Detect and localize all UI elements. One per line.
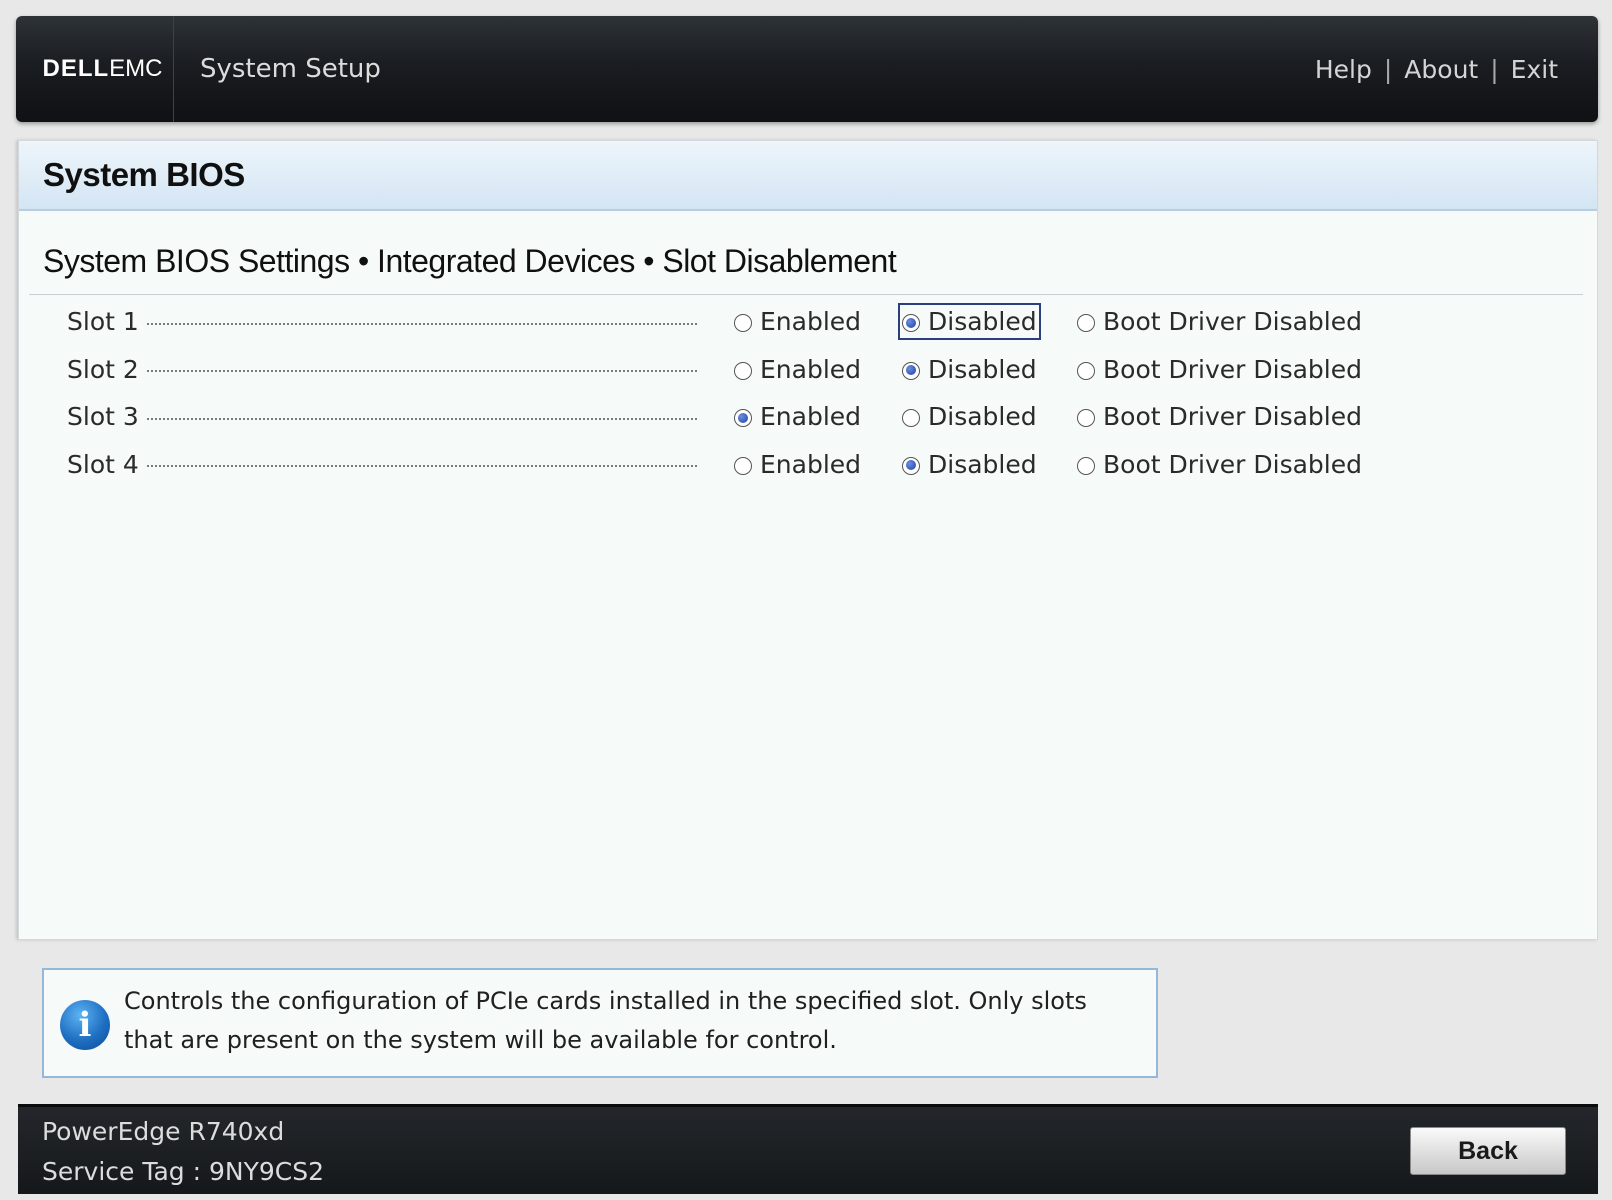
radio-option-disabled[interactable]: Disabled	[898, 303, 1041, 340]
panel-title: System BIOS	[43, 156, 245, 193]
main-panel: System BIOS System BIOS Settings • Integ…	[18, 140, 1598, 940]
dotted-leader	[146, 417, 697, 420]
app-title: System Setup	[200, 54, 381, 84]
radio-unselected-icon[interactable]	[734, 361, 752, 380]
slot-label-text: Slot 1	[67, 307, 139, 336]
radio-option-boot-driver-disabled[interactable]: Boot Driver Disabled	[1073, 398, 1366, 435]
radio-option-disabled[interactable]: Disabled	[898, 398, 1041, 435]
service-tag: Service Tag : 9NY9CS2	[42, 1157, 324, 1186]
radio-option-label: Boot Driver Disabled	[1103, 354, 1362, 384]
slot-label: Slot 2	[67, 355, 697, 384]
radio-option-label: Boot Driver Disabled	[1103, 402, 1362, 431]
dell-emc-logo: DELL EMC	[32, 16, 174, 122]
help-text: Controls the configuration of PCIe cards…	[124, 987, 1087, 1054]
info-icon: i	[60, 1000, 110, 1050]
dotted-leader	[146, 322, 697, 325]
radio-option-enabled[interactable]: Enabled	[730, 446, 865, 483]
top-links: Help | About | Exit	[1315, 16, 1558, 122]
radio-option-boot-driver-disabled[interactable]: Boot Driver Disabled	[1073, 303, 1366, 340]
slot-label-text: Slot 4	[67, 449, 139, 479]
system-model: PowerEdge R740xd	[42, 1117, 285, 1146]
radio-option-label: Disabled	[928, 307, 1037, 336]
slot-label: Slot 1	[67, 307, 697, 336]
about-link[interactable]: About	[1404, 55, 1478, 84]
slot-row: Slot 3 Enabled Disabled Boot Driver Disable…	[19, 396, 1597, 444]
slot-label: Slot 3	[67, 402, 697, 431]
radio-unselected-icon[interactable]	[1077, 314, 1095, 332]
radio-selected-icon[interactable]	[902, 314, 920, 332]
radio-option-enabled[interactable]: Enabled	[730, 351, 865, 388]
slot-row: Slot 4 Enabled Disabled Boot Driver Disable…	[19, 444, 1597, 492]
slot-label: Slot 4	[67, 450, 697, 479]
footer-bar: PowerEdge R740xd Service Tag : 9NY9CS2 B…	[18, 1104, 1598, 1194]
radio-option-label: Disabled	[928, 402, 1037, 431]
radio-option-enabled[interactable]: Enabled	[730, 303, 865, 340]
radio-unselected-icon[interactable]	[1077, 361, 1095, 380]
radio-selected-icon[interactable]	[734, 409, 752, 427]
logo-dell-text: DELL	[42, 55, 110, 82]
link-separator: |	[1490, 54, 1499, 84]
radio-selected-icon[interactable]	[902, 456, 920, 475]
radio-option-label: Boot Driver Disabled	[1103, 449, 1362, 479]
radio-option-label: Enabled	[760, 354, 862, 384]
radio-option-label: Enabled	[760, 402, 862, 431]
radio-option-label: Boot Driver Disabled	[1103, 307, 1362, 336]
radio-unselected-icon[interactable]	[1077, 409, 1095, 427]
divider	[29, 294, 1583, 295]
radio-option-boot-driver-disabled[interactable]: Boot Driver Disabled	[1073, 351, 1366, 388]
logo-emc-text: EMC	[109, 55, 163, 82]
radio-option-label: Enabled	[760, 307, 862, 336]
exit-link[interactable]: Exit	[1511, 55, 1558, 84]
radio-unselected-icon[interactable]	[734, 456, 752, 475]
header-bar: DELL EMC System Setup Help | About | Exit	[16, 16, 1598, 122]
radio-unselected-icon[interactable]	[902, 409, 920, 427]
help-box: i Controls the configuration of PCIe car…	[42, 968, 1158, 1078]
radio-option-boot-driver-disabled[interactable]: Boot Driver Disabled	[1073, 446, 1366, 483]
dotted-leader	[146, 370, 697, 372]
slot-settings-list: Slot 1 Enabled Disabled Boot Driver Disable…	[19, 301, 1597, 491]
radio-unselected-icon[interactable]	[734, 314, 752, 332]
radio-unselected-icon[interactable]	[1077, 456, 1095, 475]
slot-label-text: Slot 3	[67, 402, 139, 431]
radio-option-label: Disabled	[928, 354, 1037, 384]
slot-row: Slot 1 Enabled Disabled Boot Driver Disable…	[19, 301, 1597, 349]
radio-option-disabled[interactable]: Disabled	[898, 351, 1041, 388]
panel-title-bar: System BIOS	[19, 141, 1597, 211]
radio-option-label: Disabled	[928, 449, 1037, 479]
radio-option-disabled[interactable]: Disabled	[898, 446, 1041, 483]
link-separator: |	[1383, 54, 1393, 84]
dotted-leader	[146, 465, 697, 467]
slot-row: Slot 2 Enabled Disabled Boot Driver Disable…	[19, 349, 1597, 397]
slot-label-text: Slot 2	[67, 354, 139, 384]
radio-selected-icon[interactable]	[902, 361, 920, 380]
radio-option-enabled[interactable]: Enabled	[730, 398, 865, 435]
back-button[interactable]: Back	[1410, 1127, 1566, 1175]
radio-option-label: Enabled	[760, 449, 862, 479]
help-link[interactable]: Help	[1315, 55, 1372, 84]
breadcrumb: System BIOS Settings • Integrated Device…	[43, 243, 897, 279]
